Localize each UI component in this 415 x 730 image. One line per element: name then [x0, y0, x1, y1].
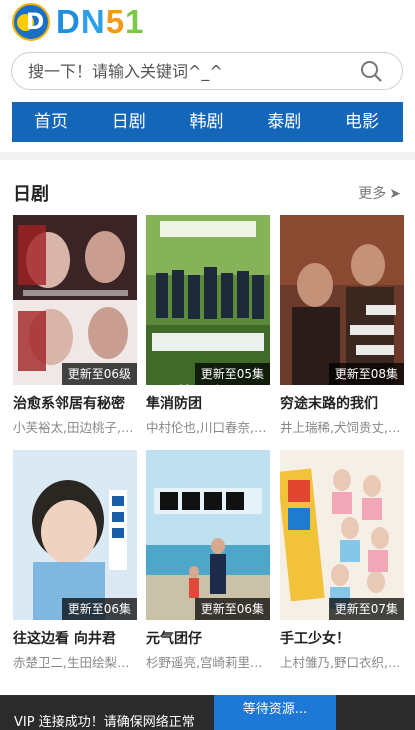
card-cast: 赤楚卫二,生田绘梨花,…: [13, 655, 139, 670]
chevron-right-icon: ➤: [389, 186, 401, 202]
episode-badge: 更新至08集: [328, 363, 404, 385]
nav-item-movies[interactable]: 电影: [345, 102, 379, 142]
card-cast: 中村伦也,川口春奈,…: [146, 420, 267, 435]
card-title[interactable]: 元气团仔: [146, 628, 276, 648]
nav-item-thai-drama[interactable]: 泰剧: [267, 102, 301, 142]
episode-badge: 更新至06集: [194, 598, 270, 620]
poster-image[interactable]: 更新至07集: [280, 450, 404, 620]
connection-status: VIP 连接成功！请确保网络正常: [14, 715, 195, 730]
card-title[interactable]: 治愈系邻居有秘密: [13, 393, 143, 413]
poster-image[interactable]: 更新至06级: [13, 215, 137, 385]
japanese-drama-section: 日剧 更多 ➤ 更新至06级 治愈系邻居有秘密 小芙裕太,田边桃子,… 更新至0…: [0, 160, 415, 695]
logo-text: DN51: [56, 3, 145, 40]
site-logo[interactable]: D DN51: [12, 2, 144, 42]
nav-item-japanese-drama[interactable]: 日剧: [112, 102, 146, 142]
nav-item-korean-drama[interactable]: 韩剧: [190, 102, 224, 142]
poster-image[interactable]: 更新至06集: [146, 450, 270, 620]
card-cast: 小芙裕太,田边桃子,…: [13, 420, 134, 435]
nav-item-home[interactable]: 首页: [34, 102, 68, 142]
search-input[interactable]: [28, 53, 348, 89]
card-title[interactable]: 隼消防团: [146, 393, 276, 413]
more-label: 更多: [358, 186, 387, 202]
poster-image[interactable]: 更新至05集: [146, 215, 270, 385]
card-cast: 上村雏乃,野口衣织,…: [280, 655, 401, 670]
card-title[interactable]: 手工少女！: [280, 628, 410, 648]
card-cast: 杉野遥亮,宫崎莉里沙,…: [146, 655, 272, 670]
card-cast: 井上瑞稀,犬饲贵丈,…: [280, 420, 401, 435]
episode-badge: 更新至07集: [328, 598, 404, 620]
app-header: D DN51 首页 日剧 韩剧 泰剧 电影: [0, 0, 415, 152]
logo-mark-letter: D: [26, 10, 45, 35]
card-title[interactable]: 穷途末路的我们: [280, 393, 410, 413]
search-bar[interactable]: [11, 52, 403, 90]
category-nav: 首页 日剧 韩剧 泰剧 电影: [12, 102, 403, 142]
more-link[interactable]: 更多 ➤: [358, 183, 401, 203]
episode-badge: 更新至06级: [61, 363, 137, 385]
card-title[interactable]: 往这边看 向井君: [13, 628, 143, 648]
episode-badge: 更新至06集: [61, 598, 137, 620]
logo-icon: D: [12, 3, 50, 41]
poster-image[interactable]: 更新至08集: [280, 215, 404, 385]
poster-image[interactable]: 更新至06集: [13, 450, 137, 620]
search-icon[interactable]: [360, 60, 382, 82]
loading-button[interactable]: 等待资源...: [214, 695, 336, 730]
section-title: 日剧: [13, 184, 49, 205]
watermark-text: www.kkx.net: [150, 382, 221, 395]
status-bar: VIP 连接成功！请确保网络正常 等待资源...: [0, 695, 415, 730]
